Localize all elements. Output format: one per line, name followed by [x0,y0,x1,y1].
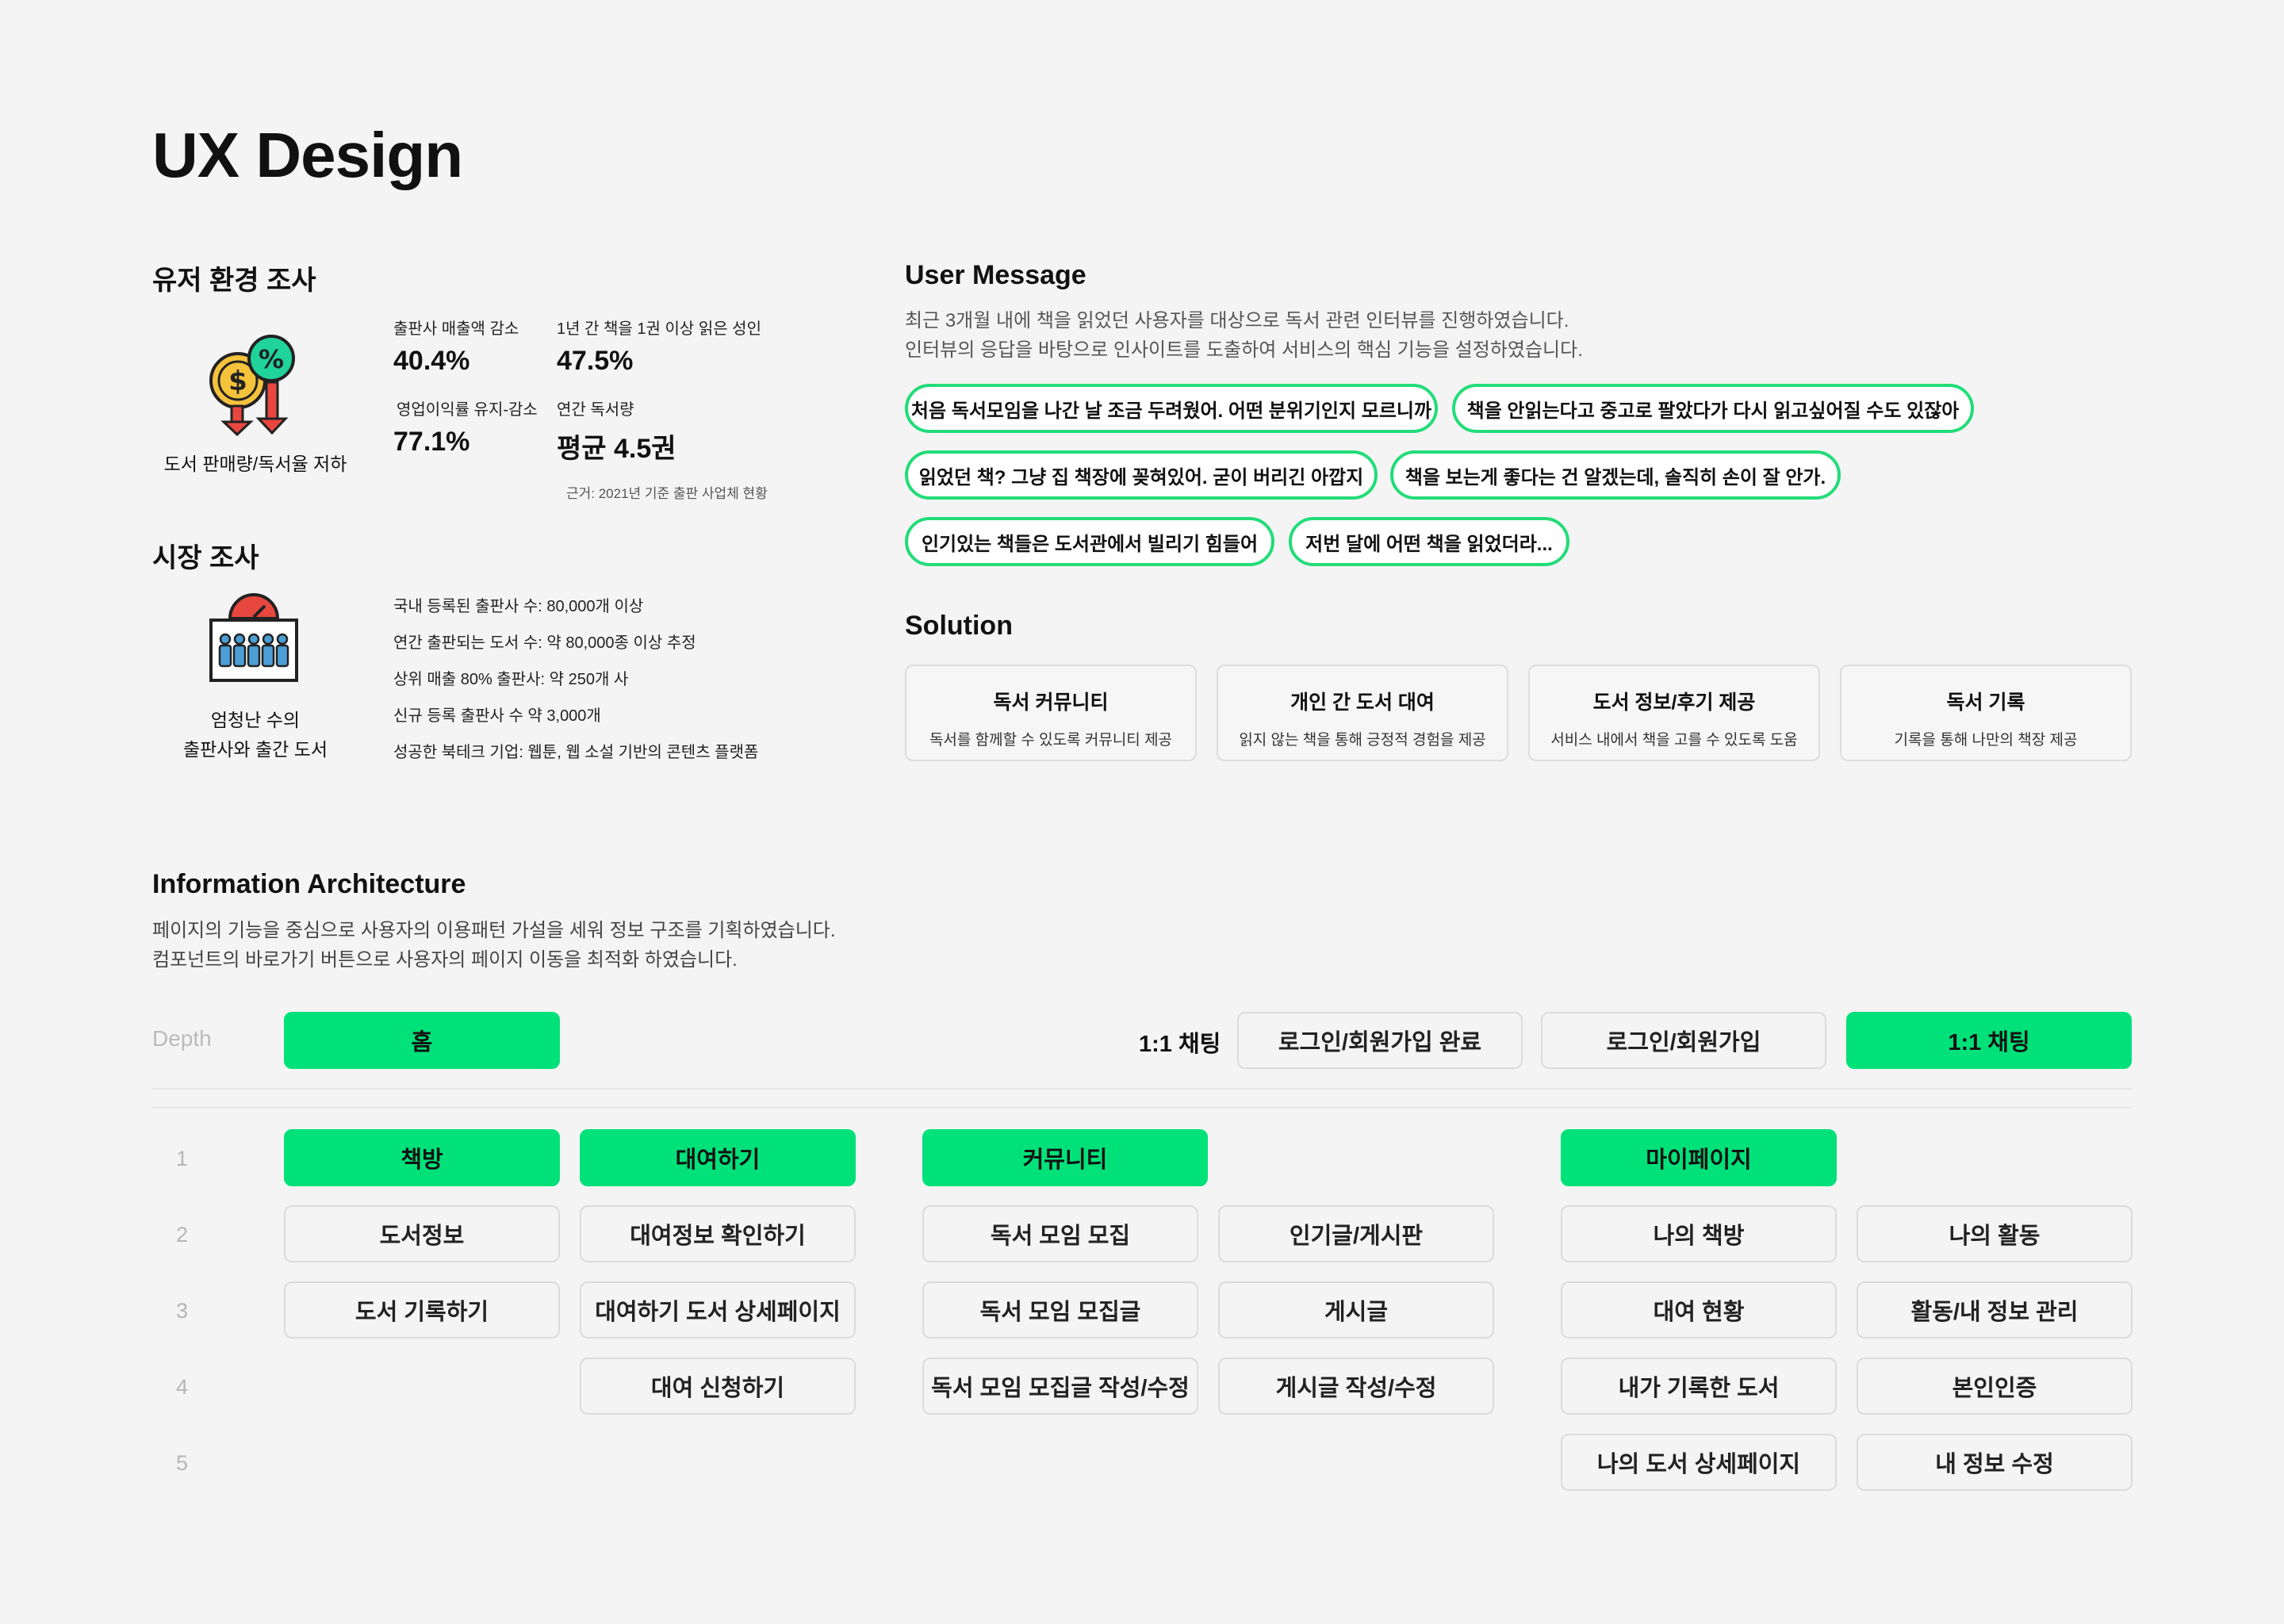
ia-node: 활동/내 정보 관리 [1857,1281,2133,1339]
solution-card: 독서 기록 기록을 통해 나만의 책장 제공 [1840,665,2132,761]
user-quote: 처음 독서모임을 나간 날 조금 두려웠어. 어떤 분위기인지 모르니까 [905,384,1438,433]
ia-node: 나의 책방 [1561,1205,1837,1262]
chat-label: 1:1 채팅 [1139,1032,1221,1057]
user-quote: 책을 안읽는다고 중고로 팔았다가 다시 읽고싶어질 수도 있잖아 [1452,384,1974,433]
user-quote: 저번 달에 어떤 책을 읽었더라... [1289,517,1569,566]
solution-title: 독서 커뮤니티 [993,691,1109,714]
rental-node: 대여하기 [580,1129,856,1186]
community-node: 커뮤니티 [922,1129,1208,1186]
divider [152,1107,2132,1109]
sales-decline-icon: $ % [209,335,295,436]
stat-label: 1년 간 책을 1권 이상 읽은 성인 [557,320,761,338]
depth-number: 5 [176,1451,189,1475]
svg-text:$: $ [228,366,247,397]
solution-desc: 독서를 함께할 수 있도록 커뮤니티 제공 [929,732,1173,749]
ia-node: 인기글/게시판 [1218,1205,1494,1262]
solution-desc: 읽지 않는 책을 통해 긍정적 경험을 제공 [1239,732,1486,749]
user-env-icon-caption: 도서 판매량/독서율 저하 [163,454,347,474]
caption-line: 출판사와 출간 도서 [182,739,328,760]
ia-node: 독서 모임 모집 [922,1205,1198,1262]
depth-number: 1 [176,1147,189,1170]
ia-node: 대여정보 확인하기 [580,1205,856,1262]
market-fact: 국내 등록된 출판사 수: 80,000개 이상 [393,598,644,615]
depth-number: 3 [176,1299,189,1323]
user-quote: 읽었던 책? 그냥 집 책장에 꽂혀있어. 굳이 버리긴 아깝지 [905,450,1378,500]
ia-node: 대여 현황 [1561,1281,1837,1339]
stat-label: 연간 독서량 [557,401,634,419]
depth-number: 4 [176,1375,189,1399]
login-node: 로그인/회원가입 [1541,1012,1826,1069]
user-message-desc: 최근 3개월 내에 책을 읽었던 사용자를 대상으로 독서 관련 인터뷰를 진행… [905,310,1569,331]
stat-value: 40.4% [393,346,470,376]
mypage-node: 마이페이지 [1561,1129,1837,1186]
ia-desc: 페이지의 기능을 중심으로 사용자의 이용패턴 가설을 세워 정보 구조를 기획… [152,920,836,941]
ia-node: 본인인증 [1857,1358,2133,1415]
ia-node: 도서 기록하기 [284,1281,560,1339]
market-icon-caption: 엄청난 수의 출판사와 출간 도서 [152,706,358,764]
home-node: 홈 [284,1012,560,1069]
user-quote: 책을 보는게 좋다는 건 알겠는데, 솔직히 손이 잘 안가. [1390,450,1841,500]
bookroom-node: 책방 [284,1129,560,1186]
source-note: 근거: 2021년 기준 출판 사업체 현황 [566,486,768,501]
market-heading: 시장 조사 [152,543,259,573]
solution-desc: 기록을 통해 나만의 책장 제공 [1894,732,2078,749]
user-quote: 인기있는 책들은 도서관에서 빌리기 힘들어 [905,517,1274,566]
solution-title: 개인 간 도서 대여 [1290,691,1435,714]
ia-node: 대여 신청하기 [580,1358,856,1415]
market-fact: 성공한 북테크 기업: 웹툰, 웹 소설 기반의 콘텐츠 플랫폼 [393,744,759,761]
market-fact: 연간 출판되는 도서 수: 약 80,000종 이상 추정 [393,634,696,652]
ia-node: 게시글 [1218,1281,1494,1339]
ia-node: 도서정보 [284,1205,560,1262]
solution-card: 도서 정보/후기 제공 서비스 내에서 책을 고를 수 있도록 도움 [1528,665,1820,761]
depth-label: Depth [152,1026,212,1051]
stat-label: 영업이익률 유지-감소 [397,401,538,419]
user-env-heading: 유저 환경 조사 [152,266,316,296]
ia-node: 독서 모임 모집글 작성/수정 [922,1358,1198,1415]
solution-title: 도서 정보/후기 제공 [1592,691,1756,714]
ia-node: 내 정보 수정 [1857,1434,2133,1491]
user-message-heading: User Message [905,260,1086,290]
login-done-node: 로그인/회원가입 완료 [1237,1012,1523,1069]
ia-desc: 컴포넌트의 바로가기 버튼으로 사용자의 페이지 이동을 최적화 하였습니다. [152,949,738,971]
ia-node: 독서 모임 모집글 [922,1281,1198,1339]
chat-node: 1:1 채팅 [1846,1012,2132,1069]
solution-card: 개인 간 도서 대여 읽지 않는 책을 통해 긍정적 경험을 제공 [1217,665,1508,761]
depth-number: 2 [176,1223,189,1247]
stat-value: 77.1% [393,427,470,457]
stat-value: 평균 4.5권 [557,434,676,464]
ia-node: 내가 기록한 도서 [1561,1358,1837,1415]
ia-heading: Information Architecture [152,869,466,899]
solution-title: 독서 기록 [1946,691,2025,714]
ia-node: 대여하기 도서 상세페이지 [580,1281,856,1339]
ia-node: 나의 도서 상세페이지 [1561,1434,1837,1491]
solution-desc: 서비스 내에서 책을 고를 수 있도록 도움 [1550,732,1798,749]
divider [152,1088,2132,1090]
market-fact: 상위 매출 80% 출판사: 약 250개 사 [393,671,629,688]
market-fact: 신규 등록 출판사 수 약 3,000개 [393,707,601,725]
publishers-icon [209,593,298,682]
ia-node: 나의 활동 [1857,1205,2133,1262]
page-title: UX Design [152,120,463,190]
caption-line: 엄청난 수의 [210,710,301,730]
svg-text:%: % [259,344,284,374]
solution-heading: Solution [905,611,1013,641]
ia-node: 게시글 작성/수정 [1218,1358,1494,1415]
user-message-desc: 인터뷰의 응답을 바탕으로 인사이트를 도출하여 서비스의 핵심 기능을 설정하… [905,339,1583,361]
solution-card: 독서 커뮤니티 독서를 함께할 수 있도록 커뮤니티 제공 [905,665,1197,761]
stat-value: 47.5% [557,346,634,376]
stat-label: 출판사 매출액 감소 [393,320,519,338]
